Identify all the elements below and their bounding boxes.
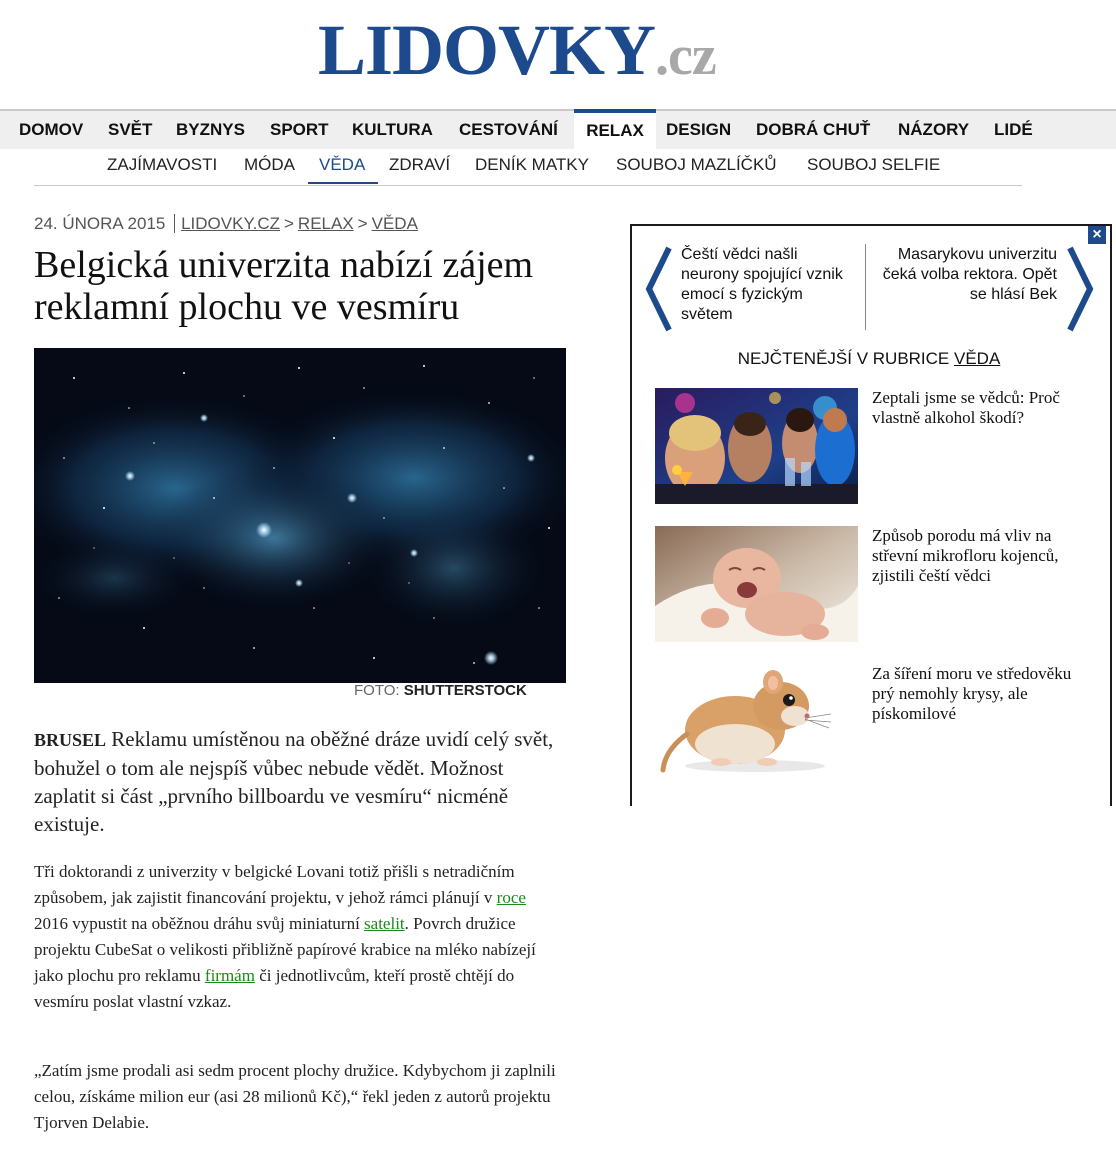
photo-caption: FOTO: SHUTTERSTOCK (354, 682, 527, 699)
site-logo[interactable]: LIDOVKY.cz (318, 14, 717, 87)
lead-place: BRUSEL (34, 730, 107, 750)
subnav-active-underline (308, 182, 378, 184)
photo-caption-label: FOTO: (354, 682, 400, 699)
lead-text: Reklamu umístěnou na oběžné dráze uvidí … (34, 727, 554, 836)
prev-article-link[interactable]: Čeští vědci našli neurony spojující vzni… (681, 245, 851, 325)
paragraph-text: Tři doktorandi z univerzity v belgické L… (34, 862, 515, 907)
card-image-gerbil[interactable] (655, 664, 858, 780)
article-paragraph-1: Tři doktorandi z univerzity v belgické L… (34, 859, 559, 1015)
article-date: 24. ÚNORA 2015 (34, 214, 166, 233)
subnav-item-denik-matky[interactable]: DENÍK MATKY (475, 155, 589, 175)
photo-caption-source: SHUTTERSTOCK (403, 682, 527, 699)
breadcrumb: 24. ÚNORA 2015 LIDOVKY.CZ > RELAX > VĚDA (34, 214, 418, 234)
nav-item-design[interactable]: DESIGN (666, 111, 731, 149)
nav-item-domov[interactable]: DOMOV (19, 111, 83, 149)
nav-item-byznys[interactable]: BYZNYS (176, 111, 245, 149)
close-panel-button[interactable]: × (1088, 226, 1106, 244)
chevron-left-icon[interactable] (643, 246, 673, 332)
paragraph-text: 2016 vypustit na oběžnou dráhu svůj mini… (34, 914, 365, 933)
nav-item-cestovani[interactable]: CESTOVÁNÍ (459, 111, 558, 149)
most-read-rubric-link[interactable]: VĚDA (954, 349, 1000, 368)
card-image-bar-party[interactable] (655, 388, 858, 504)
nav-item-svet[interactable]: SVĚT (108, 111, 152, 149)
subnav-item-veda[interactable]: VĚDA (319, 155, 365, 175)
logo-name: LIDOVKY (318, 10, 656, 90)
bar-party-photo (655, 388, 858, 504)
subnav-item-souboj-selfie[interactable]: SOUBOJ SELFIE (807, 155, 940, 175)
card-image-baby[interactable] (655, 526, 858, 642)
link-firmam[interactable]: firmám (205, 966, 255, 985)
chevron-right-icon[interactable] (1066, 246, 1096, 332)
next-article-link[interactable]: Masarykovu univerzitu čeká volba rektora… (872, 245, 1057, 305)
breadcrumb-link-relax[interactable]: RELAX (298, 214, 354, 233)
logo-tld: .cz (655, 25, 717, 87)
nav-item-dobra-chut[interactable]: DOBRÁ CHUŤ (756, 111, 870, 149)
nav-item-relax[interactable]: RELAX (574, 109, 656, 149)
card-title-mor[interactable]: Za šíření moru ve středověku prý nemohly… (872, 664, 1087, 724)
subnav-divider (34, 185, 1022, 186)
breadcrumb-link-lidovky[interactable]: LIDOVKY.CZ (181, 214, 280, 233)
gerbil-photo (655, 664, 858, 780)
subnav-item-souboj-mazlicku[interactable]: SOUBOJ MAZLÍČKŮ (616, 155, 777, 175)
subnav-item-moda[interactable]: MÓDA (244, 155, 295, 175)
headline-line-2: reklamní plochu ve vesmíru (34, 286, 460, 328)
headline-line-1: Belgická univerzita nabízí zájem (34, 244, 534, 286)
card-title-porod[interactable]: Způsob porodu má vliv na střevní mikrofl… (872, 526, 1087, 586)
panel-divider (865, 244, 866, 330)
main-nav: DOMOV SVĚT BYZNYS SPORT KULTURA CESTOVÁN… (0, 109, 1116, 149)
page-title: Belgická univerzita nabízí zájem reklamní… (34, 244, 654, 328)
most-read-heading: NEJČTENĚJŠÍ V RUBRICE VĚDA (630, 349, 1108, 369)
link-roce[interactable]: roce (497, 888, 526, 907)
link-satelit[interactable]: satelit (364, 914, 405, 933)
nav-item-kultura[interactable]: KULTURA (352, 111, 433, 149)
breadcrumb-separator: > (283, 214, 294, 233)
nav-item-lide[interactable]: LIDÉ (994, 111, 1033, 149)
card-title-alkohol[interactable]: Zeptali jsme se vědců: Proč vlastně alko… (872, 388, 1087, 428)
subnav-item-zajimavosti[interactable]: ZAJÍMAVOSTI (107, 155, 217, 175)
article-paragraph-2: „Zatím jsme prodali asi sedm procent plo… (34, 1061, 556, 1132)
nav-item-nazory[interactable]: NÁZORY (898, 111, 969, 149)
subnav-item-zdravi[interactable]: ZDRAVÍ (389, 155, 450, 175)
article-lead: BRUSEL Reklamu umístěnou na oběžné dráze… (34, 725, 559, 838)
crying-baby-photo (655, 526, 858, 642)
nav-item-sport[interactable]: SPORT (270, 111, 329, 149)
most-read-prefix: NEJČTENĚJŠÍ V RUBRICE (737, 349, 954, 368)
nebula-image (34, 348, 566, 683)
article-photo-nebula (34, 348, 566, 683)
breadcrumb-link-veda[interactable]: VĚDA (372, 214, 418, 233)
breadcrumb-separator: > (357, 214, 368, 233)
